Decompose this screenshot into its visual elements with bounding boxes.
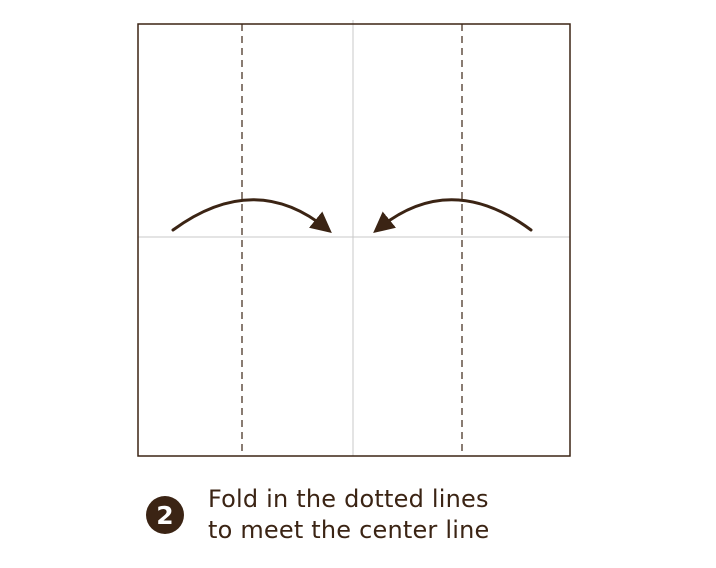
instruction-line-1: Fold in the dotted lines (208, 485, 489, 513)
instruction-text: Fold in the dotted lines to meet the cen… (208, 484, 489, 546)
step-caption: 2 Fold in the dotted lines to meet the c… (146, 484, 489, 546)
curved-arrow-left-icon (373, 198, 533, 233)
paper-square (137, 23, 571, 457)
step-number: 2 (156, 500, 174, 530)
origami-diagram (137, 20, 571, 457)
curved-arrow-right-icon (171, 198, 332, 233)
instruction-line-2: to meet the center line (208, 516, 490, 544)
step-number-badge: 2 (146, 496, 184, 534)
